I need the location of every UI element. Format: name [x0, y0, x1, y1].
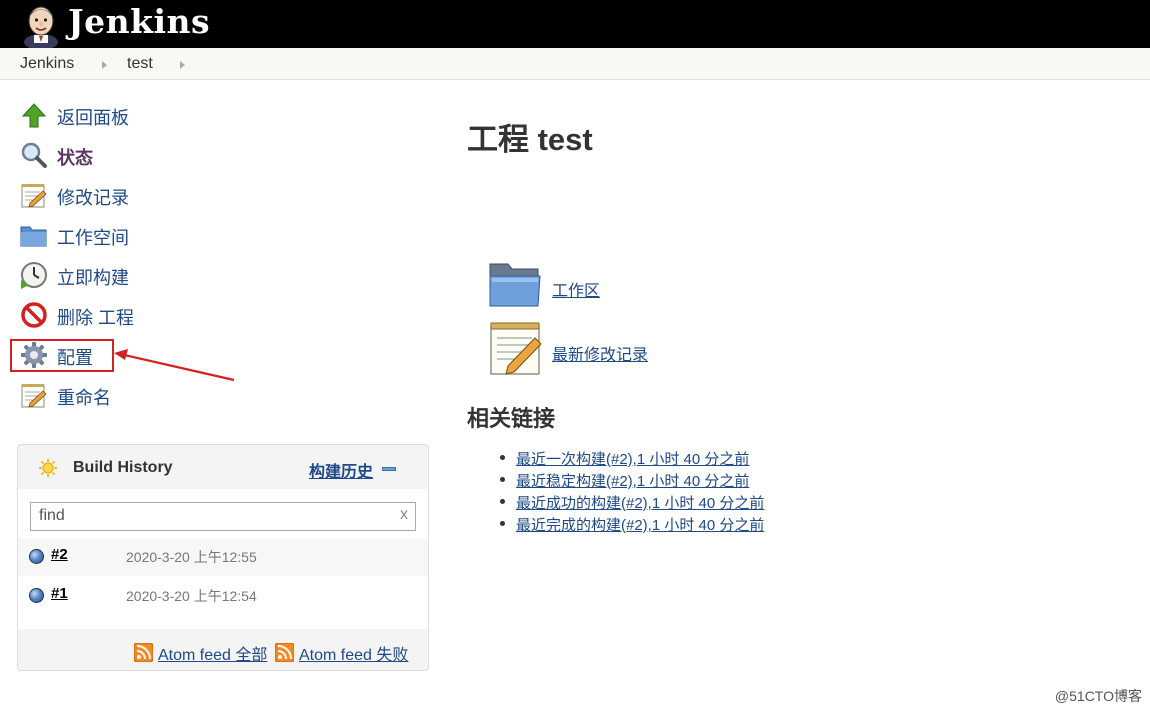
- task-label: 工作空间: [57, 228, 129, 248]
- build-row: #1 2020-3-20 上午12:54: [18, 577, 428, 615]
- permalink-last-completed-build[interactable]: 最近完成的构建(#2),1 小时 40 分之前: [516, 514, 764, 535]
- atom-feed-all-link[interactable]: Atom feed 全部: [158, 641, 267, 665]
- up-arrow-icon: [21, 103, 47, 128]
- weather-sunny-icon: [39, 459, 57, 477]
- breadcrumb-separator-icon[interactable]: [180, 61, 185, 69]
- collapse-minus-icon[interactable]: [382, 467, 396, 471]
- task-label: 返回面板: [57, 108, 129, 128]
- notepad-icon: [21, 384, 47, 408]
- search-placeholder: find: [39, 507, 65, 524]
- list-bullet: [500, 455, 505, 460]
- workspace-link[interactable]: 工作区: [552, 277, 600, 301]
- jenkins-logo-text[interactable]: Jenkins: [68, 2, 210, 41]
- notepad-icon: [21, 184, 47, 208]
- folder-icon: [20, 226, 47, 247]
- clock-icon: [21, 262, 47, 289]
- recent-changes-link[interactable]: 最新修改记录: [552, 341, 648, 365]
- build-date: 2020-3-20 上午12:54: [126, 588, 257, 604]
- annotation-arrow-icon: [114, 349, 235, 382]
- breadcrumb-item-test[interactable]: test: [127, 55, 153, 73]
- build-number-link[interactable]: #1: [51, 585, 68, 602]
- page-title: 工程 test: [467, 122, 593, 157]
- build-number-link[interactable]: #2: [51, 546, 68, 563]
- magnifier-icon: [21, 142, 47, 168]
- clear-search-icon[interactable]: x: [400, 506, 408, 524]
- build-trend-link[interactable]: 构建历史: [309, 458, 373, 482]
- atom-feed-failures-link[interactable]: Atom feed 失败: [299, 641, 408, 665]
- breadcrumb-separator-icon[interactable]: [102, 61, 107, 69]
- build-date: 2020-3-20 上午12:55: [126, 549, 257, 565]
- task-label: 状态: [57, 148, 93, 168]
- build-history-body: find x #2 2020-3-20 上午12:55 #1 2020-3-20…: [18, 489, 428, 629]
- list-bullet: [500, 521, 505, 526]
- build-search-input[interactable]: find x: [30, 502, 416, 531]
- watermark: @51CTO博客: [1054, 688, 1142, 704]
- no-entry-icon: [21, 302, 47, 328]
- task-label: 删除 工程: [57, 308, 135, 328]
- breadcrumb-item-jenkins[interactable]: Jenkins: [20, 55, 74, 73]
- rss-feed-icon: [275, 643, 294, 662]
- permalink-last-build[interactable]: 最近一次构建(#2),1 小时 40 分之前: [516, 448, 749, 469]
- task-label: 立即构建: [57, 268, 129, 288]
- notepad-icon[interactable]: [488, 320, 544, 376]
- jenkins-butler-logo-icon[interactable]: [20, 2, 62, 48]
- folder-icon[interactable]: [488, 260, 542, 308]
- task-label: 修改记录: [57, 188, 129, 208]
- list-bullet: [500, 499, 505, 504]
- annotation-highlight-box: [10, 339, 114, 372]
- permalink-last-successful-build[interactable]: 最近成功的构建(#2),1 小时 40 分之前: [516, 492, 764, 513]
- build-status-ball-icon: [29, 588, 44, 603]
- rss-feed-icon: [134, 643, 153, 662]
- build-status-ball-icon: [29, 549, 44, 564]
- build-history-title: Build History: [73, 459, 173, 476]
- build-history-panel: Build History 构建历史 find x #2 2020-3-20 上…: [17, 444, 429, 671]
- permalink-last-stable-build[interactable]: 最近稳定构建(#2),1 小时 40 分之前: [516, 470, 749, 491]
- build-history-footer: Atom feed 全部 Atom feed 失败: [18, 629, 428, 671]
- breadcrumb: Jenkins test: [0, 48, 1150, 80]
- list-bullet: [500, 477, 505, 482]
- task-label: 重命名: [57, 388, 111, 408]
- top-header: Jenkins: [0, 0, 1150, 48]
- build-row: #2 2020-3-20 上午12:55: [18, 538, 428, 576]
- related-links-heading: 相关链接: [467, 406, 556, 431]
